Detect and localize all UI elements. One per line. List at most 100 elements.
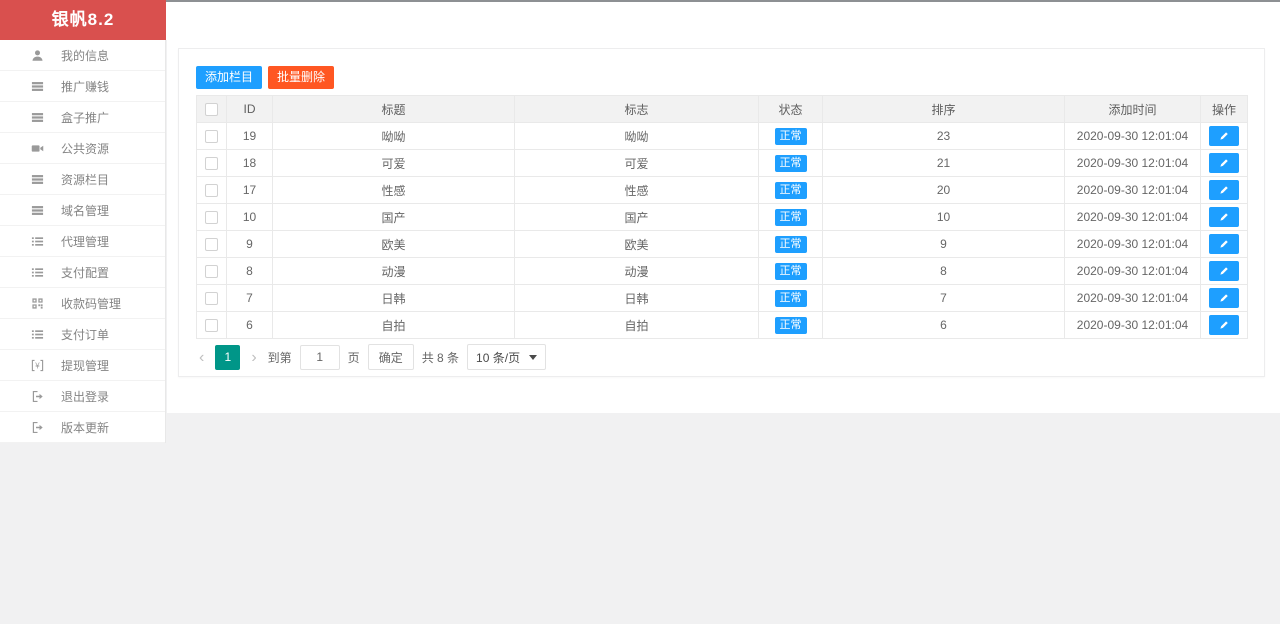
row-checkbox[interactable]	[205, 157, 218, 171]
sidebar-item[interactable]: 支付配置	[0, 257, 165, 288]
row-sort: 20	[822, 176, 1065, 204]
edit-button[interactable]	[1209, 288, 1239, 308]
row-flag: 性感	[514, 176, 759, 204]
sidebar-item[interactable]: 资源栏目	[0, 164, 165, 195]
pagination: ‹ 1 › 到第 页 确定 共 8 条 10 条/页	[196, 344, 1247, 370]
add-column-button[interactable]: 添加栏目	[196, 66, 263, 89]
pencil-icon	[1220, 294, 1228, 302]
per-page-select[interactable]: 10 条/页	[467, 344, 547, 370]
row-checkbox[interactable]	[205, 238, 218, 252]
sidebar-item[interactable]: 推广赚钱	[0, 71, 165, 102]
video-camera-icon	[31, 142, 44, 155]
edit-button[interactable]	[1209, 153, 1239, 173]
pencil-icon	[1220, 159, 1228, 167]
row-id: 18	[226, 149, 273, 177]
row-id: 6	[226, 311, 273, 339]
column-header: 操作	[1200, 95, 1248, 123]
per-page-label: 10 条/页	[476, 350, 521, 365]
row-checkbox[interactable]	[205, 265, 218, 279]
select-all-checkbox[interactable]	[205, 103, 218, 117]
column-header: 标志	[514, 95, 759, 123]
sidebar-item[interactable]: 收款码管理	[0, 288, 165, 319]
status-cell: 正常	[758, 122, 823, 150]
goto-page-input[interactable]	[299, 344, 340, 370]
row-sort: 6	[822, 311, 1065, 339]
status-cell: 正常	[758, 230, 823, 258]
withdraw-icon: ¥	[31, 359, 44, 372]
sidebar-item[interactable]: ¥ 提现管理	[0, 350, 165, 381]
edit-button[interactable]	[1209, 180, 1239, 200]
checkbox-cell	[196, 284, 227, 312]
row-checkbox[interactable]	[205, 130, 218, 144]
edit-button[interactable]	[1209, 234, 1239, 254]
sidebar-item-label: 支付订单	[61, 327, 110, 342]
row-title: 呦呦	[272, 122, 515, 150]
row-title: 自拍	[272, 311, 515, 339]
row-flag: 动漫	[514, 257, 759, 285]
list-icon	[31, 328, 44, 341]
svg-text:¥: ¥	[35, 361, 40, 370]
sidebar-item[interactable]: 盒子推广	[0, 102, 165, 133]
sidebar-item[interactable]: 公共资源	[0, 133, 165, 164]
sidebar-item[interactable]: 退出登录	[0, 381, 165, 412]
column-header: 状态	[758, 95, 823, 123]
sidebar-item-label: 盒子推广	[61, 110, 110, 125]
checkbox-cell	[196, 203, 227, 231]
sidebar-item[interactable]: 支付订单	[0, 319, 165, 350]
edit-button[interactable]	[1209, 261, 1239, 281]
current-page-button[interactable]: 1	[215, 344, 241, 370]
edit-button[interactable]	[1209, 207, 1239, 227]
operations-cell	[1200, 311, 1248, 339]
sidebar-item[interactable]: 域名管理	[0, 195, 165, 226]
status-cell: 正常	[758, 284, 823, 312]
operations-cell	[1200, 203, 1248, 231]
confirm-button[interactable]: 确定	[367, 344, 414, 370]
operations-cell	[1200, 284, 1248, 312]
batch-delete-button[interactable]: 批量删除	[268, 66, 335, 89]
checkbox-cell	[196, 311, 227, 339]
status-badge: 正常	[774, 316, 807, 334]
edit-button[interactable]	[1209, 126, 1239, 146]
sidebar-item-label: 推广赚钱	[61, 79, 110, 94]
row-title: 可爱	[272, 149, 515, 177]
sidebar-item[interactable]: 代理管理	[0, 226, 165, 257]
sidebar: 我的信息推广赚钱盒子推广公共资源资源栏目域名管理 代理管理 支付配置 收款码管理支付订…	[0, 40, 166, 443]
edit-button[interactable]	[1209, 315, 1239, 335]
table-row: 6 自拍 自拍 正常 6 2020-09-30 12:01:04	[196, 311, 1248, 339]
column-header: 添加时间	[1064, 95, 1201, 123]
table-row: 8 动漫 动漫 正常 8 2020-09-30 12:01:04	[196, 257, 1248, 285]
row-checkbox[interactable]	[205, 211, 218, 225]
prev-page-button[interactable]: ‹	[196, 345, 207, 370]
row-added-time: 2020-09-30 12:01:04	[1064, 122, 1201, 150]
top-bar	[166, 0, 1280, 40]
table-row: 7 日韩 日韩 正常 7 2020-09-30 12:01:04	[196, 284, 1248, 312]
status-badge: 正常	[774, 181, 807, 199]
row-sort: 8	[822, 257, 1065, 285]
row-id: 19	[226, 122, 273, 150]
row-added-time: 2020-09-30 12:01:04	[1064, 176, 1201, 204]
toolbar: 添加栏目 批量删除	[196, 66, 1247, 89]
operations-cell	[1200, 230, 1248, 258]
next-page-button[interactable]: ›	[248, 345, 259, 370]
sidebar-item[interactable]: 版本更新	[0, 412, 165, 443]
logout-icon	[31, 421, 44, 434]
row-id: 17	[226, 176, 273, 204]
status-cell: 正常	[758, 176, 823, 204]
table-icon	[31, 173, 44, 186]
row-checkbox[interactable]	[205, 319, 218, 333]
status-cell: 正常	[758, 203, 823, 231]
pencil-icon	[1220, 213, 1228, 221]
row-added-time: 2020-09-30 12:01:04	[1064, 230, 1201, 258]
sidebar-item[interactable]: 我的信息	[0, 40, 165, 71]
row-added-time: 2020-09-30 12:01:04	[1064, 311, 1201, 339]
total-count-label: 共 8 条	[421, 350, 460, 365]
list-icon	[31, 235, 44, 248]
sidebar-item-label: 资源栏目	[61, 172, 110, 187]
row-checkbox[interactable]	[205, 184, 218, 198]
table-row: 17 性感 性感 正常 20 2020-09-30 12:01:04	[196, 176, 1248, 204]
table-body: 19 呦呦 呦呦 正常 23 2020-09-30 12:01:04 18 可爱 可爱 正常 21 2…	[196, 122, 1248, 339]
row-title: 国产	[272, 203, 515, 231]
status-badge: 正常	[774, 127, 807, 145]
row-id: 8	[226, 257, 273, 285]
row-checkbox[interactable]	[205, 292, 218, 306]
